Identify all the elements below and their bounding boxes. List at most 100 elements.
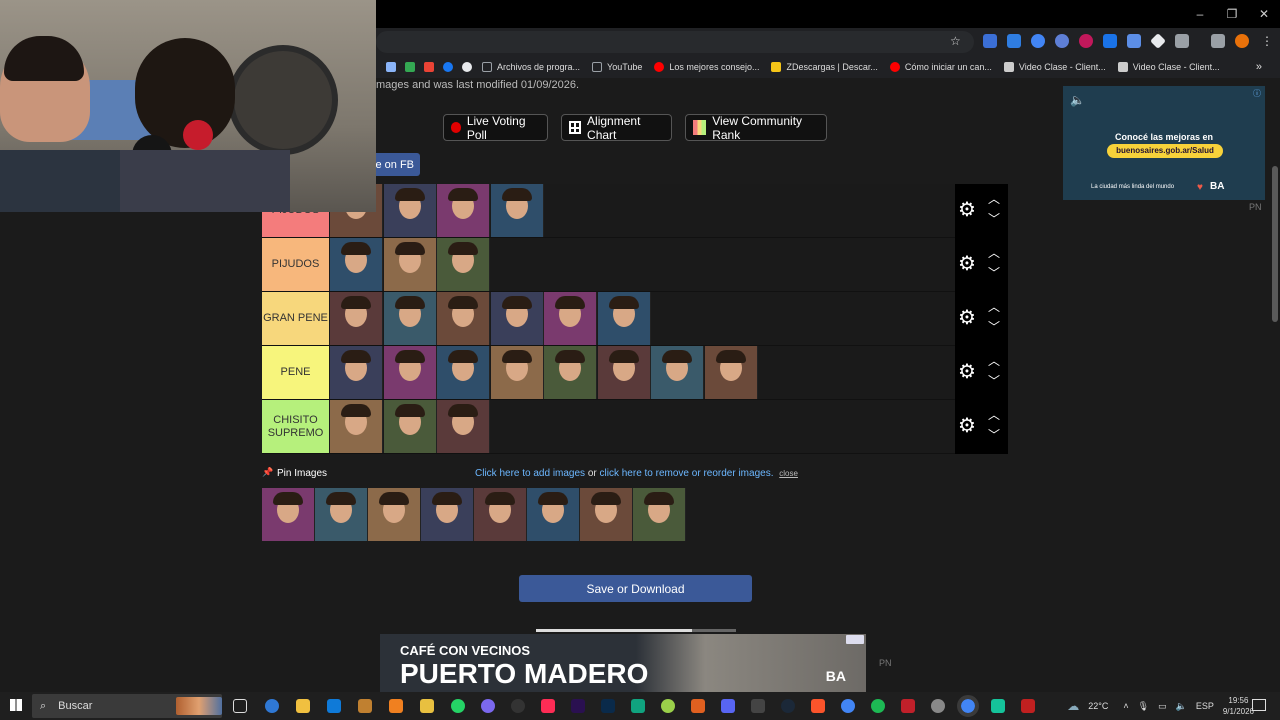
whatsapp-icon[interactable] bbox=[451, 699, 465, 713]
gear-icon[interactable]: ⚙ bbox=[958, 362, 976, 382]
chevron-up-icon[interactable]: ︿ bbox=[988, 355, 1000, 367]
brave-icon[interactable] bbox=[811, 699, 825, 713]
more-icon[interactable]: ⋮ bbox=[1261, 34, 1273, 48]
chevron-up-icon[interactable]: ︿ bbox=[988, 193, 1000, 205]
photoshop-icon[interactable] bbox=[601, 699, 615, 713]
chevron-down-icon[interactable]: ﹀ bbox=[988, 429, 1000, 441]
star-icon[interactable]: ☆ bbox=[950, 34, 961, 48]
pin-icon[interactable]: 📌 bbox=[262, 467, 273, 478]
pool-image[interactable] bbox=[580, 488, 633, 541]
weather-icon[interactable]: ☁ bbox=[1067, 699, 1079, 713]
app-icon[interactable] bbox=[265, 699, 279, 713]
tier-image[interactable] bbox=[597, 346, 651, 399]
windows-start-icon[interactable] bbox=[10, 699, 22, 711]
chevron-down-icon[interactable]: ﹀ bbox=[988, 375, 1000, 387]
pool-image[interactable] bbox=[368, 488, 421, 541]
app-icon[interactable] bbox=[661, 699, 675, 713]
chevron-up-icon[interactable]: ˄ bbox=[1123, 701, 1128, 711]
tier-image[interactable] bbox=[383, 292, 437, 345]
chevron-down-icon[interactable]: ﹀ bbox=[988, 267, 1000, 279]
close-link[interactable]: close bbox=[779, 469, 798, 478]
chevron-right-icon[interactable]: » bbox=[1256, 61, 1262, 73]
pool-image[interactable] bbox=[421, 488, 474, 541]
app-icon[interactable] bbox=[931, 699, 945, 713]
gear-icon[interactable]: ⚙ bbox=[958, 308, 976, 328]
bookmark-item[interactable]: YouTube bbox=[592, 62, 642, 72]
store-icon[interactable] bbox=[327, 699, 341, 713]
profile-avatar[interactable] bbox=[1235, 34, 1249, 48]
extension-icon[interactable] bbox=[1127, 34, 1141, 48]
premiere-icon[interactable] bbox=[571, 699, 585, 713]
vlc-icon[interactable] bbox=[389, 699, 403, 713]
scrollbar-thumb[interactable] bbox=[1272, 166, 1278, 322]
chrome-icon[interactable] bbox=[841, 699, 855, 713]
tier-image[interactable] bbox=[437, 346, 490, 399]
scrollbar-track[interactable] bbox=[1270, 78, 1280, 634]
close-window-button[interactable]: ✕ bbox=[1248, 0, 1280, 28]
bookmark-icon[interactable] bbox=[462, 62, 472, 72]
tier-label[interactable]: CHISITO SUPREMO bbox=[262, 400, 329, 453]
side-ad[interactable]: 🔈 Conocé las mejoras en buenosaires.gob.… bbox=[1063, 86, 1265, 200]
tier-image[interactable] bbox=[383, 346, 437, 399]
tier-image[interactable] bbox=[597, 292, 651, 345]
alignment-chart-button[interactable]: Alignment Chart bbox=[561, 114, 672, 142]
bookmark-item[interactable]: Video Clase - Client... bbox=[1003, 62, 1106, 72]
network-icon[interactable]: ▭ bbox=[1158, 701, 1167, 712]
chevron-down-icon[interactable]: ﹀ bbox=[988, 213, 1000, 225]
extension-icon[interactable] bbox=[983, 34, 997, 48]
add-images-link[interactable]: Click here to add images bbox=[475, 468, 585, 479]
ad-close-icon[interactable] bbox=[846, 635, 864, 644]
pool-image[interactable] bbox=[633, 488, 686, 541]
tier-image[interactable] bbox=[544, 346, 597, 399]
taskbar-search[interactable]: ⌕ Buscar bbox=[32, 694, 222, 718]
chrome-active-icon[interactable] bbox=[957, 695, 979, 717]
ad-info-icon[interactable]: ⓘ bbox=[1253, 88, 1261, 99]
maximize-button[interactable]: ❐ bbox=[1216, 0, 1248, 28]
pool-image[interactable] bbox=[527, 488, 580, 541]
app-icon[interactable] bbox=[901, 699, 915, 713]
app-icon[interactable] bbox=[481, 699, 495, 713]
extension-icon[interactable] bbox=[1031, 34, 1045, 48]
pool-image[interactable] bbox=[474, 488, 527, 541]
facebook-icon[interactable] bbox=[443, 62, 453, 72]
tier-image[interactable] bbox=[383, 184, 437, 237]
tier-image[interactable] bbox=[330, 346, 383, 399]
puzzle-icon[interactable] bbox=[1175, 34, 1189, 48]
chevron-down-icon[interactable]: ﹀ bbox=[988, 321, 1000, 333]
tier-image[interactable] bbox=[330, 400, 383, 453]
tiktok-icon[interactable] bbox=[541, 699, 555, 713]
app-icon[interactable] bbox=[991, 699, 1005, 713]
minimize-button[interactable]: – bbox=[1184, 0, 1216, 28]
gear-icon[interactable]: ⚙ bbox=[958, 254, 976, 274]
speaker-icon[interactable]: 🔈 bbox=[1070, 93, 1085, 107]
bookmark-item[interactable]: Cómo iniciar un can... bbox=[889, 62, 992, 72]
gear-icon[interactable]: ⚙ bbox=[958, 416, 976, 436]
file-explorer-icon[interactable] bbox=[296, 699, 310, 713]
app-icon[interactable] bbox=[1021, 699, 1035, 713]
community-rank-button[interactable]: View Community Rank bbox=[685, 114, 827, 142]
menu-list-icon[interactable] bbox=[1211, 34, 1225, 48]
bookmark-item[interactable]: Los mejores consejo... bbox=[654, 62, 759, 72]
bookmark-item[interactable]: Video Clase - Client... bbox=[1117, 62, 1220, 72]
live-voting-button[interactable]: Live Voting Poll bbox=[443, 114, 548, 142]
app-icon[interactable] bbox=[358, 699, 372, 713]
tier-label[interactable]: PENE bbox=[262, 346, 329, 399]
extension-icon[interactable] bbox=[1103, 34, 1117, 48]
chevron-up-icon[interactable]: ︿ bbox=[988, 301, 1000, 313]
tier-image[interactable] bbox=[651, 346, 704, 399]
notification-icon[interactable] bbox=[1252, 699, 1266, 711]
app-icon[interactable] bbox=[691, 699, 705, 713]
app-icon[interactable] bbox=[721, 699, 735, 713]
volume-icon[interactable]: 🔈 bbox=[1176, 701, 1187, 712]
tier-image[interactable] bbox=[490, 346, 544, 399]
bookmark-icon[interactable] bbox=[386, 62, 396, 72]
tier-image[interactable] bbox=[437, 238, 490, 291]
app-icon[interactable] bbox=[420, 699, 434, 713]
epic-games-icon[interactable] bbox=[751, 699, 765, 713]
tier-image[interactable] bbox=[437, 400, 490, 453]
gmail-icon[interactable] bbox=[424, 62, 434, 72]
tier-label[interactable]: PIJUDOS bbox=[262, 238, 329, 291]
tier-image[interactable] bbox=[383, 238, 437, 291]
tier-image[interactable] bbox=[704, 346, 758, 399]
remove-reorder-link[interactable]: click here to remove or reorder images. bbox=[600, 468, 774, 479]
